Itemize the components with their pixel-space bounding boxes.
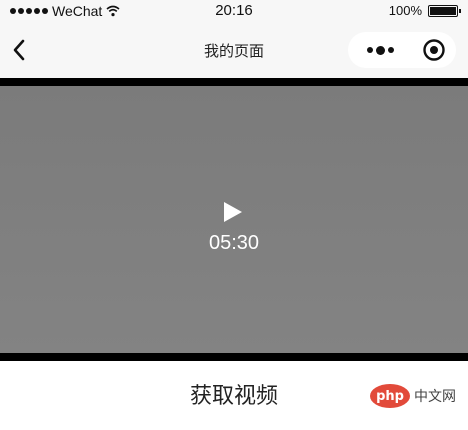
battery-icon — [428, 4, 461, 17]
video-area[interactable]: 05:30 — [0, 86, 468, 353]
video-duration: 05:30 — [208, 232, 260, 254]
get-video-button[interactable]: 获取视频 — [150, 372, 318, 416]
more-icon[interactable] — [358, 32, 402, 68]
status-bar: WeChat 20:16 100% — [0, 0, 468, 22]
watermark-text: 中文网 — [414, 388, 456, 404]
watermark: php 中文网 — [370, 384, 456, 408]
close-icon[interactable] — [422, 38, 446, 62]
nav-bar: 我的页面 — [0, 22, 468, 78]
menu-capsule — [348, 32, 456, 68]
video-player[interactable]: 05:30 — [0, 78, 468, 361]
php-logo: php — [370, 384, 410, 408]
play-icon[interactable] — [222, 200, 244, 224]
battery-percent: 100% — [388, 3, 422, 18]
status-right: 100% — [388, 3, 461, 18]
